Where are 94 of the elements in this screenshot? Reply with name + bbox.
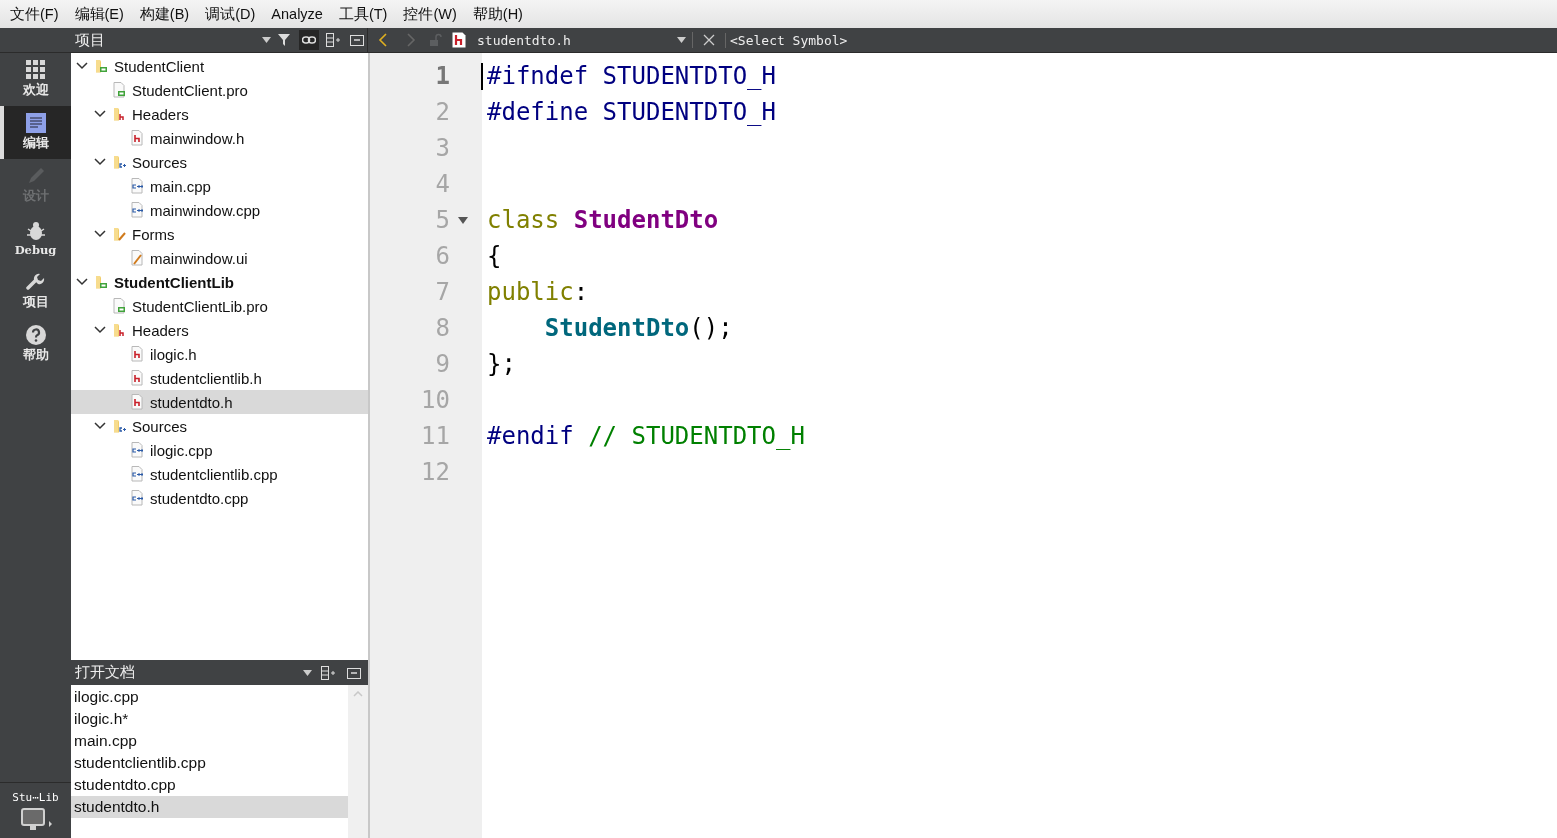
grid-icon [25, 60, 46, 80]
code-line: { [487, 242, 502, 270]
tree-item[interactable]: studentdto.cpp [71, 486, 368, 510]
code-line: class StudentDto [487, 206, 719, 234]
open-document-item[interactable]: main.cpp [71, 730, 348, 752]
line-number: 5 [434, 206, 451, 234]
kit-label[interactable]: Stu⋯Lib [12, 791, 59, 804]
header-folder-icon [113, 322, 127, 338]
menu-item[interactable]: 编辑(E) [66, 4, 132, 24]
tree-item[interactable]: ilogic.cpp [71, 438, 368, 462]
source-folder-icon [113, 154, 127, 170]
mode-button[interactable]: 欢迎 [0, 53, 71, 106]
code-line: #define STUDENTDTO_H [487, 98, 776, 126]
header-folder-icon [113, 106, 127, 122]
dropdown-caret-icon[interactable] [303, 669, 312, 676]
line-number: 4 [434, 170, 451, 198]
line-number: 12 [420, 458, 451, 486]
open-document-item[interactable]: studentdto.h [71, 796, 348, 818]
dropdown-caret-icon [677, 37, 686, 43]
mode-button[interactable]: 项目 [0, 265, 71, 318]
help-icon [25, 325, 46, 345]
project-file-icon [113, 298, 127, 314]
bug-icon [25, 220, 46, 241]
line-number: 10 [420, 386, 451, 414]
open-document-item[interactable]: ilogic.cpp [71, 686, 348, 708]
project-file-icon [113, 82, 127, 98]
form-folder-icon [113, 226, 127, 242]
tree-item[interactable]: Headers [71, 102, 368, 126]
line-number: 7 [434, 278, 451, 306]
code-line: StudentDto(); [543, 314, 733, 342]
line-number: 8 [434, 314, 451, 342]
line-number: 9 [434, 350, 451, 378]
mode-button[interactable]: 编辑 [0, 106, 71, 159]
menu-item[interactable]: 构建(B) [131, 4, 198, 24]
open-document-item[interactable]: studentclientlib.cpp [71, 752, 348, 774]
cpp-file-icon [131, 490, 145, 506]
header-file-icon [131, 346, 145, 362]
header-file-icon [131, 394, 145, 410]
cpp-file-icon [131, 466, 145, 482]
open-document-item[interactable]: studentdto.cpp [71, 774, 348, 796]
mode-button[interactable]: Debug [0, 212, 71, 265]
tree-item[interactable]: Headers [71, 318, 368, 342]
dropdown-caret-icon[interactable] [262, 37, 271, 43]
mode-button[interactable]: 帮助 [0, 318, 71, 371]
header-file-icon [131, 370, 145, 386]
line-number: 6 [434, 242, 451, 270]
code-line: #ifndef STUDENTDTO_H [487, 62, 776, 90]
tree-item[interactable]: Sources [71, 150, 368, 174]
tree-item[interactable]: StudentClient [71, 54, 368, 78]
fold-arrow-icon[interactable] [458, 216, 468, 224]
tree-item[interactable]: studentclientlib.cpp [71, 462, 368, 486]
link-icon[interactable] [299, 30, 319, 50]
menu-item[interactable]: 控件(W) [395, 4, 465, 24]
tree-item[interactable]: main.cpp [71, 174, 368, 198]
symbol-selector[interactable]: <Select Symbol> [725, 32, 848, 48]
open-document-item[interactable]: ilogic.h* [71, 708, 348, 730]
tree-item[interactable]: StudentClientLib [71, 270, 368, 294]
project-folder-icon [95, 58, 109, 74]
wrench-icon [25, 272, 46, 292]
split-icon[interactable] [323, 30, 343, 50]
header-file-icon [452, 32, 466, 48]
tree-item[interactable]: studentdto.h [71, 390, 368, 414]
tree-item[interactable]: Forms [71, 222, 368, 246]
tree-item[interactable]: studentclientlib.h [71, 366, 368, 390]
code-line: #endif // STUDENTDTO_H [487, 422, 805, 450]
code-line: }; [487, 350, 516, 378]
line-number: 11 [420, 422, 451, 450]
source-folder-icon [113, 418, 127, 434]
tree-item[interactable]: mainwindow.h [71, 126, 368, 150]
file-selector[interactable]: studentdto.h [452, 32, 693, 48]
menu-item[interactable]: 调试(D) [197, 4, 264, 24]
project-folder-icon [95, 274, 109, 290]
menu-item[interactable]: Analyze [263, 6, 331, 22]
tree-item[interactable]: Sources [71, 414, 368, 438]
menu-item[interactable]: 文件(F) [2, 4, 67, 24]
document-icon [25, 113, 46, 133]
monitor-icon[interactable] [18, 808, 53, 830]
cpp-file-icon [131, 202, 145, 218]
menu-item[interactable]: 工具(T) [330, 4, 396, 24]
tree-item[interactable]: StudentClient.pro [71, 78, 368, 102]
line-number: 2 [434, 98, 451, 126]
line-number: 3 [434, 134, 451, 162]
line-number: 1 [434, 62, 451, 90]
tree-item[interactable]: mainwindow.cpp [71, 198, 368, 222]
tree-item[interactable]: ilogic.h [71, 342, 368, 366]
form-file-icon [131, 250, 145, 266]
code-line: public: [487, 278, 589, 306]
cpp-file-icon [131, 442, 145, 458]
menu-item[interactable]: 帮助(H) [464, 4, 531, 24]
header-file-icon [131, 130, 145, 146]
tree-item[interactable]: StudentClientLib.pro [71, 294, 368, 318]
pane-title[interactable]: 项目 [75, 30, 258, 50]
tree-item[interactable]: mainwindow.ui [71, 246, 368, 270]
cpp-file-icon [131, 178, 145, 194]
